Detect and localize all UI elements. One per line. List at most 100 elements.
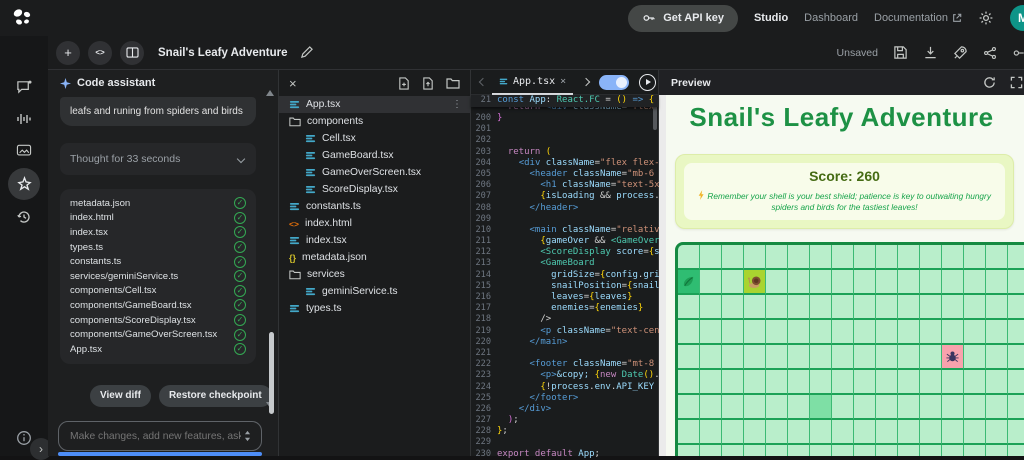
grid-cell: [678, 445, 700, 456]
tree-item[interactable]: {}metadata.json: [279, 249, 470, 266]
kebab-menu-icon[interactable]: ⋮: [452, 99, 462, 110]
code-line: 225 </footer>: [471, 393, 658, 404]
grid-cell: [964, 345, 986, 370]
file-name: metadata.json: [70, 198, 130, 209]
thought-summary[interactable]: Thought for 33 seconds: [60, 143, 256, 175]
settings-gear-icon[interactable]: [978, 10, 994, 26]
tree-item[interactable]: geminiService.ts: [279, 283, 470, 300]
new-file-icon[interactable]: [398, 77, 410, 90]
assistant-file-row[interactable]: components/GameBoard.tsx✓: [70, 298, 246, 313]
scroll-up-arrow[interactable]: [266, 90, 274, 96]
rename-pencil-icon[interactable]: [300, 46, 313, 59]
tree-item[interactable]: Cell.tsx: [279, 130, 470, 147]
tree-item[interactable]: App.tsx⋮: [279, 96, 470, 113]
grid-cell: [964, 320, 986, 345]
get-api-key-button[interactable]: Get API key: [628, 5, 738, 32]
tree-item[interactable]: services: [279, 266, 470, 283]
code-line: 208 </header>: [471, 203, 658, 214]
new-folder-icon[interactable]: [446, 77, 460, 89]
grid-cell: [832, 245, 854, 270]
check-icon: ✓: [234, 314, 246, 326]
grid-cell: [810, 370, 832, 395]
line-number: 227: [471, 415, 497, 426]
chat-scrollbar-thumb[interactable]: [269, 332, 274, 414]
grid-cell: [876, 370, 898, 395]
grid-cell: [920, 445, 942, 456]
view-diff-button[interactable]: View diff: [90, 385, 151, 407]
assistant-file-row[interactable]: App.tsx✓: [70, 342, 246, 357]
line-number: 216: [471, 292, 497, 303]
line-number: 228: [471, 426, 497, 437]
file-name: components/Cell.tsx: [70, 285, 156, 296]
line-number: 207: [471, 191, 497, 202]
ai-studio-logo-icon[interactable]: [10, 7, 34, 29]
image-chat-icon[interactable]: [0, 136, 48, 166]
nav-studio[interactable]: Studio: [754, 12, 788, 24]
grid-cell: [700, 345, 722, 370]
new-app-button[interactable]: +: [56, 41, 80, 65]
nav-dashboard[interactable]: Dashboard: [804, 12, 858, 24]
auto-run-toggle[interactable]: [599, 75, 629, 90]
tree-item[interactable]: types.ts: [279, 300, 470, 317]
tabs-scroll-right-icon[interactable]: [582, 78, 590, 86]
tree-item[interactable]: <>index.html: [279, 215, 470, 232]
assistant-file-row[interactable]: index.html✓: [70, 211, 246, 226]
upload-file-icon[interactable]: [422, 77, 434, 90]
grid-cell: [920, 270, 942, 295]
line-number: 226: [471, 404, 497, 415]
tab-close-icon[interactable]: ×: [560, 76, 566, 87]
run-button[interactable]: [639, 74, 656, 91]
tree-item[interactable]: index.tsx: [279, 232, 470, 249]
clipped-edge-icon[interactable]: [1012, 46, 1024, 60]
fullscreen-icon[interactable]: [1010, 76, 1023, 89]
grid-cell: [964, 420, 986, 445]
tree-item[interactable]: GameBoard.tsx: [279, 147, 470, 164]
assistant-file-row[interactable]: services/geminiService.ts✓: [70, 269, 246, 284]
assistant-file-row[interactable]: components/ScoreDisplay.tsx✓: [70, 313, 246, 328]
code-line: 216 leaves={leaves}: [471, 292, 658, 303]
assistant-input-field[interactable]: [68, 430, 243, 443]
tabs-scroll-left-icon[interactable]: [479, 78, 487, 86]
library-button[interactable]: [120, 41, 144, 65]
grid-cell: [744, 445, 766, 456]
tree-item[interactable]: constants.ts: [279, 198, 470, 215]
code-view-button[interactable]: <>: [88, 41, 112, 65]
key-icon: [642, 11, 656, 25]
tab-app-tsx[interactable]: App.tsx ×: [492, 70, 573, 95]
line-number: 204: [471, 158, 497, 169]
assistant-file-row[interactable]: components/Cell.tsx✓: [70, 284, 246, 299]
code-content[interactable]: 200}201202203 return (204 <div className…: [471, 113, 658, 460]
assistant-input[interactable]: [58, 421, 262, 451]
share-icon[interactable]: [983, 46, 997, 60]
stepper-icon[interactable]: [243, 430, 252, 442]
tree-item[interactable]: components: [279, 113, 470, 130]
tree-item[interactable]: ScoreDisplay.tsx: [279, 181, 470, 198]
download-icon[interactable]: [923, 45, 938, 60]
build-apps-icon-active[interactable]: [8, 168, 40, 200]
grid-cell: [744, 370, 766, 395]
tree-item-label: GameOverScreen.tsx: [322, 167, 421, 178]
grid-cell: [766, 245, 788, 270]
grid-cell: [788, 295, 810, 320]
close-tree-icon[interactable]: ×: [289, 76, 297, 91]
deploy-rocket-icon[interactable]: [953, 45, 968, 60]
line-number: 206: [471, 180, 497, 191]
tree-item[interactable]: GameOverScreen.tsx: [279, 164, 470, 181]
nav-documentation[interactable]: Documentation: [874, 12, 962, 24]
assistant-file-row[interactable]: components/GameOverScreen.tsx✓: [70, 327, 246, 342]
refresh-icon[interactable]: [983, 76, 996, 89]
restore-checkpoint-button[interactable]: Restore checkpoint: [159, 385, 272, 407]
chat-prompt-icon[interactable]: [0, 72, 48, 102]
assistant-file-row[interactable]: index.tsx✓: [70, 225, 246, 240]
history-icon[interactable]: [0, 202, 48, 232]
assistant-file-row[interactable]: constants.ts✓: [70, 254, 246, 269]
media-waveform-icon[interactable]: [0, 104, 48, 134]
save-icon[interactable]: [893, 45, 908, 60]
line-number: 217: [471, 303, 497, 314]
assistant-file-row[interactable]: metadata.json✓: [70, 196, 246, 211]
grid-cell: [876, 445, 898, 456]
html-file-icon: <>: [289, 219, 299, 229]
assistant-file-row[interactable]: types.ts✓: [70, 240, 246, 255]
user-avatar[interactable]: M: [1010, 5, 1024, 31]
grid-cell: [854, 420, 876, 445]
